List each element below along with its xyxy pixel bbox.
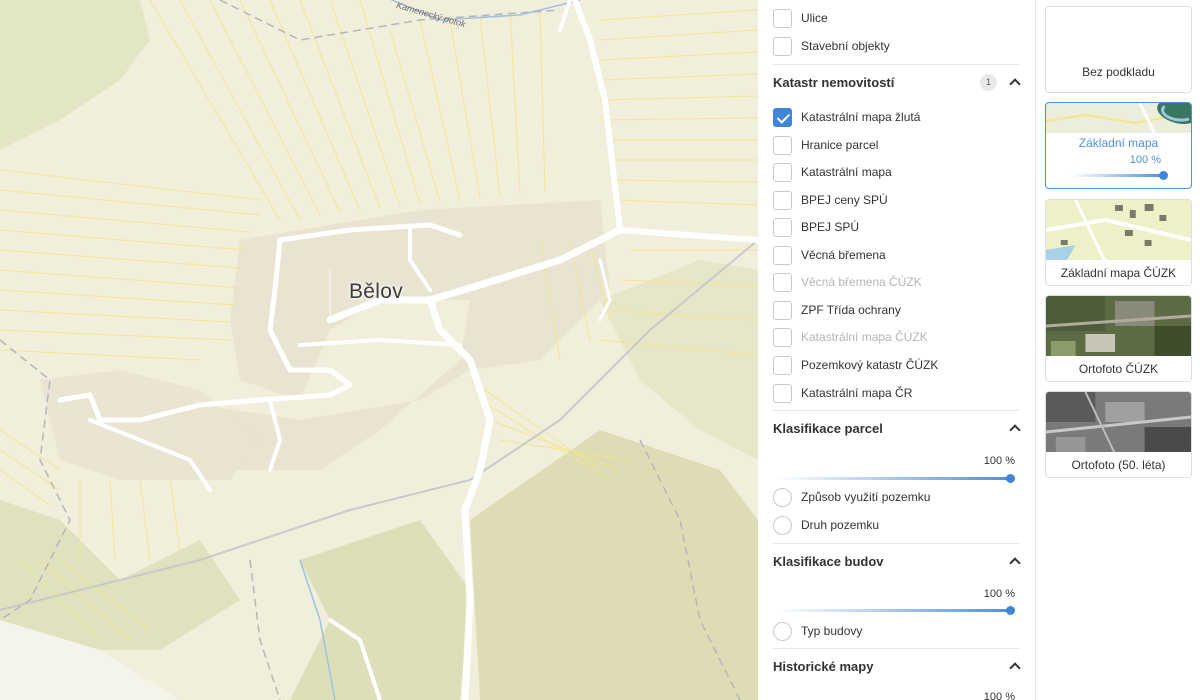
checkbox[interactable] (773, 107, 792, 127)
opacity-value: 100 % (983, 588, 1015, 600)
map-view[interactable]: Bělov Kamenecký potok (0, 0, 758, 700)
section-title: Klasifikace budov (773, 553, 884, 569)
option-druh-pozemku[interactable]: Druh pozemku (773, 514, 879, 536)
basemap-thumbnail (1046, 392, 1191, 454)
layer-label: ZPF Třída ochrany (801, 303, 901, 317)
layer-vecna-bremena-cuzk: Věcná břemena ČÚZK (773, 271, 922, 293)
checkbox[interactable] (773, 383, 792, 403)
divider (773, 410, 1020, 411)
checkbox[interactable] (773, 135, 792, 155)
layer-label: Katastrální mapa ČÚZK (801, 330, 928, 344)
basemap-opacity-slider[interactable] (1071, 171, 1168, 180)
checkbox[interactable] (773, 245, 792, 265)
chevron-up-icon[interactable] (1009, 423, 1019, 433)
slider-thumb[interactable] (1006, 474, 1015, 483)
layer-label: BPEJ SPÚ (801, 220, 860, 234)
layer-bpej-spu[interactable]: BPEJ SPÚ (773, 216, 859, 238)
layer-label: Pozemkový katastr ČÚZK (801, 358, 939, 372)
layers-panel: Ulice Stavební objekty Katastr nemovitos… (758, 0, 1036, 700)
radio[interactable] (773, 487, 792, 507)
basemap-ortofoto-cuzk[interactable]: Ortofoto ČÚZK (1045, 295, 1192, 382)
basemap-ortofoto-50-leta[interactable]: Ortofoto (50. léta) (1045, 391, 1192, 478)
basemap-label: Základní mapa (1078, 136, 1159, 150)
section-klasifikace-budov-header[interactable]: Klasifikace budov (773, 548, 1019, 574)
checkbox[interactable] (773, 162, 792, 182)
radio[interactable] (773, 515, 792, 535)
option-zpusob-vyuziti[interactable]: Způsob využití pozemku (773, 486, 930, 508)
section-klasifikace-parcel-header[interactable]: Klasifikace parcel (773, 415, 1019, 441)
chevron-up-icon[interactable] (1009, 556, 1019, 566)
slider-thumb[interactable] (1159, 171, 1168, 180)
layer-label: Věcná břemena ČÚZK (801, 275, 922, 289)
map-canvas[interactable] (0, 0, 758, 700)
checkbox[interactable] (773, 300, 792, 320)
basemap-zakladni-mapa-cuzk[interactable]: Základní mapa ČÚZK (1045, 199, 1192, 286)
checkbox[interactable] (773, 36, 792, 56)
layer-label: Ulice (801, 11, 828, 25)
section-title: Historické mapy (773, 658, 874, 674)
place-label: Bělov (349, 280, 404, 303)
option-label: Typ budovy (801, 624, 863, 638)
divider (773, 648, 1020, 649)
section-title: Klasifikace parcel (773, 420, 883, 436)
layer-katastralni-mapa-cr[interactable]: Katastrální mapa ČR (773, 382, 912, 404)
option-label: Způsob využití pozemku (801, 490, 931, 504)
option-label: Druh pozemku (801, 518, 880, 532)
option-typ-budovy[interactable]: Typ budovy (773, 620, 862, 642)
layer-label: Věcná břemena (801, 248, 886, 262)
section-historicke-mapy-header[interactable]: Historické mapy (773, 653, 1019, 679)
checkbox (773, 327, 792, 347)
layer-bpej-ceny-spu[interactable]: BPEJ ceny SPÚ (773, 189, 888, 211)
checkbox[interactable] (773, 190, 792, 210)
layer-ulice[interactable]: Ulice (773, 7, 828, 29)
opacity-slider[interactable] (776, 606, 1015, 615)
basemap-label: Bez podkladu (1046, 52, 1191, 92)
basemap-panel: Bez podkladu Základní mapa 100 % Základn… (1036, 0, 1200, 700)
layer-zpf-trida-ochrany[interactable]: ZPF Třída ochrany (773, 299, 901, 321)
chevron-up-icon[interactable] (1009, 77, 1019, 87)
layer-hranice-parcel[interactable]: Hranice parcel (773, 134, 878, 156)
opacity-value: 100 % (983, 691, 1015, 700)
layer-label: Katastrální mapa (801, 165, 892, 179)
basemap-thumbnail (1046, 296, 1191, 358)
basemap-label: Základní mapa ČÚZK (1046, 260, 1191, 285)
layer-katastralni-mapa-zluta[interactable]: Katastrální mapa žlutá (773, 106, 920, 128)
basemap-thumbnail (1046, 200, 1191, 262)
basemap-zakladni-mapa[interactable]: Základní mapa 100 % (1045, 102, 1192, 189)
layer-label: Katastrální mapa žlutá (801, 110, 921, 124)
checkbox[interactable] (773, 355, 792, 375)
layer-katastralni-mapa[interactable]: Katastrální mapa (773, 161, 892, 183)
basemap-opacity: 100 % (1129, 154, 1161, 166)
opacity-value: 100 % (983, 455, 1015, 467)
checkbox[interactable] (773, 217, 792, 237)
chevron-up-icon[interactable] (1009, 661, 1019, 671)
layer-label: Stavební objekty (801, 39, 890, 53)
basemap-label: Ortofoto (50. léta) (1046, 452, 1191, 477)
section-title: Katastr nemovitostí (773, 74, 895, 90)
layer-katastralni-mapa-cuzk: Katastrální mapa ČÚZK (773, 326, 928, 348)
slider-thumb[interactable] (1006, 606, 1015, 615)
checkbox (773, 272, 792, 292)
count-badge: 1 (980, 73, 997, 91)
layer-label: Katastrální mapa ČR (801, 386, 913, 400)
basemap-label: Ortofoto ČÚZK (1046, 356, 1191, 381)
opacity-slider[interactable] (776, 474, 1015, 483)
basemap-thumbnail (1046, 103, 1191, 133)
layer-stavebni-objekty[interactable]: Stavební objekty (773, 35, 890, 57)
checkbox[interactable] (773, 8, 792, 28)
section-katastr-header[interactable]: Katastr nemovitostí 1 (773, 69, 1019, 95)
layer-label: Hranice parcel (801, 138, 879, 152)
basemap-bez-podkladu[interactable]: Bez podkladu (1045, 6, 1192, 93)
layer-label: BPEJ ceny SPÚ (801, 193, 888, 207)
layer-vecna-bremena[interactable]: Věcná břemena (773, 244, 886, 266)
divider (773, 64, 1020, 65)
layer-pozemkovy-katastr-cuzk[interactable]: Pozemkový katastr ČÚZK (773, 354, 938, 376)
divider (773, 543, 1020, 544)
radio[interactable] (773, 621, 792, 641)
